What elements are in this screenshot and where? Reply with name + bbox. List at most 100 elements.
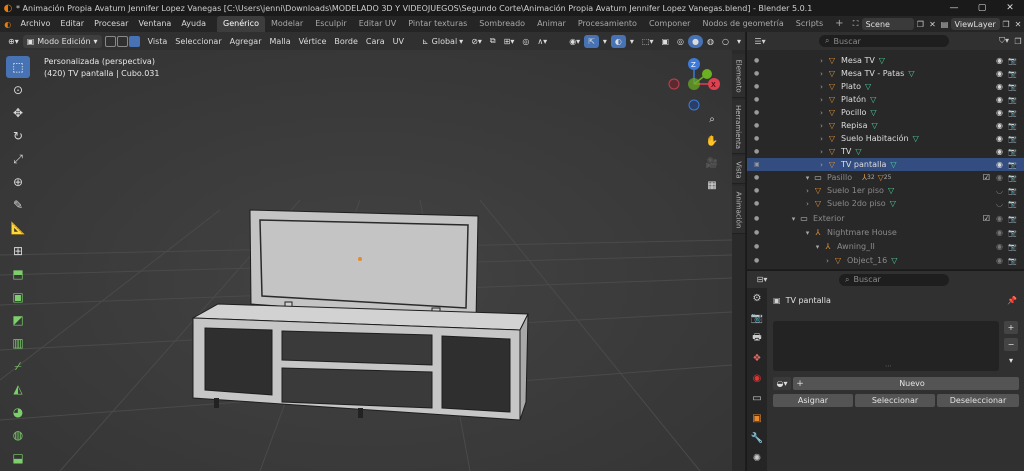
properties-search-input[interactable]: ⌕ Buscar xyxy=(839,273,949,286)
particles-props-icon[interactable]: ✺ xyxy=(747,448,767,468)
expand-arrow-icon[interactable]: ▾ xyxy=(803,174,812,182)
outliner-row[interactable]: ● › ▽ Mesa TV - Patas ▽ ◉ 📷 xyxy=(747,67,1024,80)
eye-icon[interactable]: ◉ xyxy=(993,228,1006,237)
vertex-select-mode-icon[interactable] xyxy=(104,35,116,47)
material-shading-icon[interactable]: ◍ xyxy=(703,35,718,48)
output-props-icon[interactable]: 🖶 xyxy=(747,328,767,348)
outliner-row[interactable]: ● › ▽ Suelo 2do piso ▽ ◡ 📷 xyxy=(747,197,1024,210)
eye-icon[interactable]: ◡ xyxy=(993,186,1006,195)
remove-slot-button[interactable]: − xyxy=(1004,338,1018,351)
tab-nodos-geometria[interactable]: Nodos de geometría xyxy=(696,16,789,32)
camera-render-icon[interactable]: 📷 xyxy=(1006,83,1019,91)
collection-checkbox[interactable]: ☑ xyxy=(980,214,993,223)
mesh-overlay-icon[interactable]: ⬚▾ xyxy=(638,35,658,48)
pan-hand-icon[interactable]: ✋ xyxy=(703,132,721,150)
row-dot-icon[interactable]: ● xyxy=(754,70,759,77)
mesh-data-icon[interactable]: ▽ xyxy=(865,82,871,91)
tv-screen-mesh[interactable] xyxy=(249,209,479,323)
gizmo-neg-y[interactable] xyxy=(688,78,700,90)
mesh-data-icon[interactable]: ▽ xyxy=(908,69,914,78)
row-dot-icon[interactable]: ● xyxy=(754,83,759,90)
tab-esculpir[interactable]: Esculpir xyxy=(309,16,353,32)
camera-render-icon[interactable]: 📷 xyxy=(1006,200,1019,208)
poly-build-tool-icon[interactable]: ◭ xyxy=(6,378,30,400)
tab-editar-uv[interactable]: Editar UV xyxy=(353,16,403,32)
browse-material-button[interactable]: ◒▾ xyxy=(773,377,791,390)
plus-icon[interactable]: + xyxy=(795,379,805,389)
outliner-row[interactable]: ▣ › ▽ TV pantalla ▽ ◉ 📷 xyxy=(747,158,1024,171)
outliner-row[interactable]: ● › ▽ Plato ▽ ◉ 📷 xyxy=(747,80,1024,93)
expand-arrow-icon[interactable]: › xyxy=(817,83,826,91)
face-select-mode-icon[interactable] xyxy=(128,35,140,47)
row-dot-icon[interactable]: ● xyxy=(754,174,759,181)
outliner-row[interactable]: ● › ▽ Platón ▽ ◉ 📷 xyxy=(747,93,1024,106)
expand-arrow-icon[interactable]: ▾ xyxy=(789,215,798,223)
bevel-tool-icon[interactable]: ◩ xyxy=(6,309,30,331)
mesh-data-icon[interactable]: ▽ xyxy=(870,108,876,117)
falloff-icon[interactable]: ∧▾ xyxy=(533,35,551,48)
expand-arrow-icon[interactable]: › xyxy=(817,96,826,104)
eye-icon[interactable]: ◉ xyxy=(993,242,1006,251)
mesh-data-icon[interactable]: ▽ xyxy=(890,160,896,169)
menu-seleccionar[interactable]: Seleccionar xyxy=(171,35,225,48)
outliner-row[interactable]: ● › ▽ Repisa ▽ ◉ 📷 xyxy=(747,119,1024,132)
scale-tool-icon[interactable]: ⤢ xyxy=(6,148,30,170)
view-layer-icon[interactable]: ▤ xyxy=(938,18,950,30)
list-resize-handle[interactable]: ⋯ xyxy=(885,362,892,370)
row-dot-icon[interactable]: ● xyxy=(754,148,759,155)
mesh-data-icon[interactable]: ▽ xyxy=(870,95,876,104)
orientation-selector[interactable]: ⊾ Global ▾ xyxy=(418,35,467,48)
expand-arrow-icon[interactable]: ▾ xyxy=(813,243,822,251)
mesh-data-icon[interactable]: ▽ xyxy=(888,186,894,195)
new-collection-icon[interactable]: ❐ xyxy=(1011,35,1024,47)
row-dot-icon[interactable]: ● xyxy=(754,135,759,142)
camera-render-icon[interactable]: 📷 xyxy=(1006,257,1019,265)
3d-viewport[interactable]: Z X Personalizada (perspectiva) (420) TV… xyxy=(0,50,732,471)
row-dot-icon[interactable]: ● xyxy=(754,57,759,64)
expand-arrow-icon[interactable]: › xyxy=(823,257,832,265)
menu-vertice[interactable]: Vértice xyxy=(295,35,331,48)
row-dot-icon[interactable]: ● xyxy=(754,200,759,207)
expand-arrow-icon[interactable]: › xyxy=(817,70,826,78)
tab-componer[interactable]: Componer xyxy=(643,16,697,32)
view-layer-selector[interactable]: ViewLayer xyxy=(950,18,1000,30)
tab-generico[interactable]: Genérico xyxy=(217,16,265,32)
rotate-tool-icon[interactable]: ↻ xyxy=(6,125,30,147)
expand-arrow-icon[interactable]: › xyxy=(817,57,826,65)
outliner-row[interactable]: ● › ▽ Object_16 ▽ ◉ 📷 xyxy=(747,254,1024,267)
eye-icon[interactable]: ◉ xyxy=(993,108,1006,117)
close-window-button[interactable]: ✕ xyxy=(996,0,1024,16)
tab-pintar-texturas[interactable]: Pintar texturas xyxy=(402,16,473,32)
camera-render-icon[interactable]: 📷 xyxy=(1006,161,1019,169)
scene-copy-icon[interactable]: ❐ xyxy=(914,18,926,30)
eye-icon[interactable]: ◉ xyxy=(993,69,1006,78)
camera-render-icon[interactable]: 📷 xyxy=(1006,109,1019,117)
cursor-tool-icon[interactable]: ⊙ xyxy=(6,79,30,101)
tab-procesamiento[interactable]: Procesamiento xyxy=(572,16,643,32)
view-layer-copy-icon[interactable]: ❐ xyxy=(1000,18,1012,30)
menu-cara[interactable]: Cara xyxy=(362,35,389,48)
spin-tool-icon[interactable]: ◕ xyxy=(6,401,30,423)
expand-arrow-icon[interactable]: ▾ xyxy=(803,229,812,237)
zoom-icon[interactable]: ⌕ xyxy=(703,110,721,128)
properties-editor-icon[interactable]: ⊟▾ xyxy=(755,274,769,286)
row-dot-icon[interactable]: ● xyxy=(754,96,759,103)
pin-icon[interactable]: 📌 xyxy=(1007,296,1017,305)
eye-icon[interactable]: ◡ xyxy=(993,199,1006,208)
rendered-shading-icon[interactable]: ○ xyxy=(718,35,733,48)
modifier-props-icon[interactable]: 🔧 xyxy=(747,428,767,448)
menu-borde[interactable]: Borde xyxy=(330,35,362,48)
inset-tool-icon[interactable]: ▣ xyxy=(6,286,30,308)
outliner-row[interactable]: ● ▾ ▭ Pasillo ⅄ 32 ▽ 25 ☑ ◉ 📷 xyxy=(747,171,1024,184)
camera-render-icon[interactable]: 📷 xyxy=(1006,187,1019,195)
mesh-data-icon[interactable]: ▽ xyxy=(879,56,885,65)
menu-agregar[interactable]: Agregar xyxy=(226,35,266,48)
edge-select-mode-icon[interactable] xyxy=(116,35,128,47)
expand-arrow-icon[interactable]: › xyxy=(803,187,812,195)
eye-icon[interactable]: ◉ xyxy=(993,147,1006,156)
row-dot-icon[interactable]: ● xyxy=(754,109,759,116)
add-workspace-button[interactable]: + xyxy=(829,16,849,32)
row-dot-icon[interactable]: ● xyxy=(754,257,759,264)
transform-tool-icon[interactable]: ⊕ xyxy=(6,171,30,193)
edit-mode-icon[interactable]: ▣ xyxy=(754,161,760,168)
